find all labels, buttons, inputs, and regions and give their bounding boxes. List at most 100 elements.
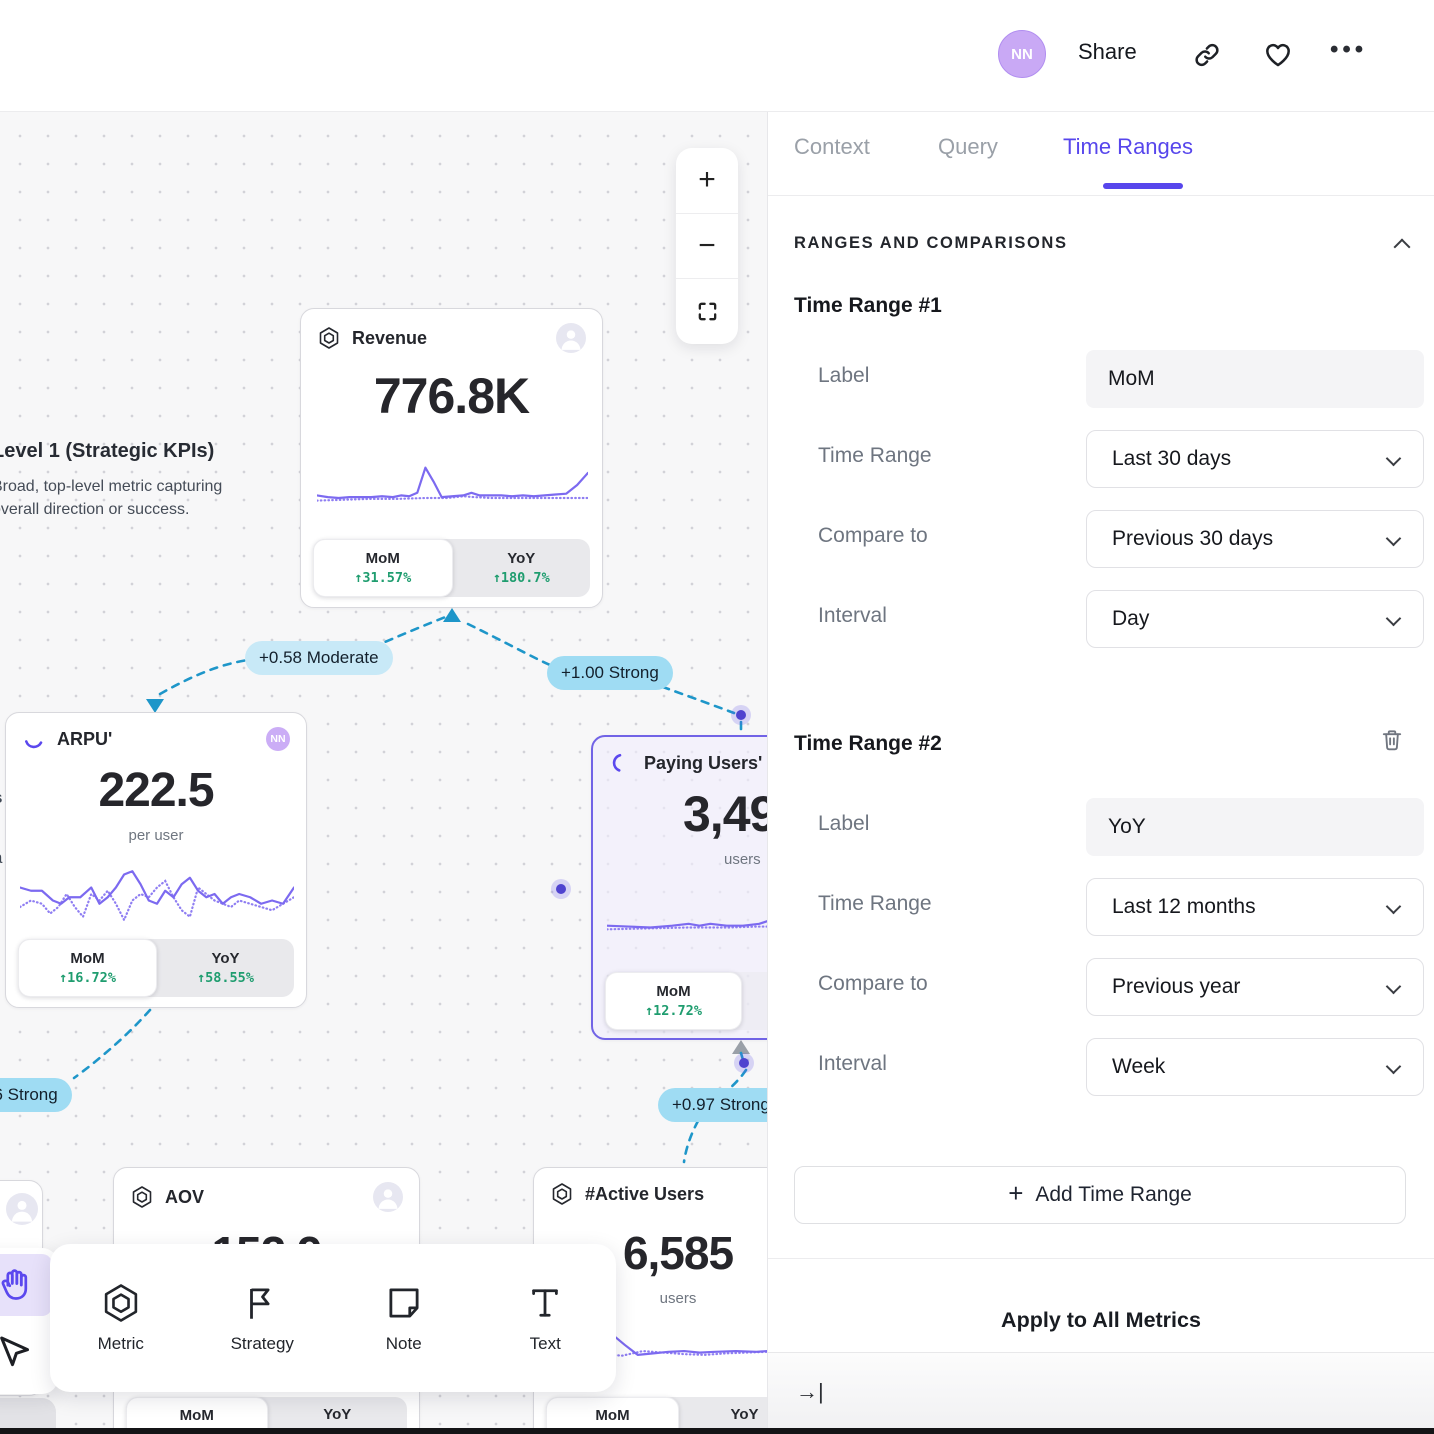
zoom-out-button[interactable]: − [676,213,738,279]
canvas-note-level1: Level 1 (Strategic KPIs) Broad, top-leve… [0,440,222,521]
card-header: AOV [114,1168,419,1212]
add-text-button[interactable]: Text [475,1244,617,1392]
metric-hexagon-icon [130,1185,154,1209]
collapse-panel-icon[interactable]: →| [796,1379,824,1405]
app-window: Level 1 (Strategic KPIs) Broad, top-leve… [0,0,1434,1434]
label-input[interactable]: YoY [1086,798,1424,856]
section-title: RANGES AND COMPARISONS [794,234,1396,253]
delete-time-range-button[interactable] [1378,726,1406,754]
time-range-select[interactable]: Last 30 days [1086,430,1424,488]
chevron-down-icon [1386,1059,1402,1075]
screen-bottom-bar [0,1428,1434,1434]
metric-value: 776.8K [301,367,602,425]
form-row-label: Label MoM [794,350,1408,408]
copy-link-button[interactable] [1192,40,1222,70]
form-row-label: Label YoY [794,798,1408,856]
chip-mom[interactable]: MoM ↑16.72% [18,939,157,997]
tab-query[interactable]: Query [938,134,998,160]
connection-handle-dot[interactable] [731,705,751,725]
delta-up: ↑12.72% [645,1003,702,1019]
interval-select[interactable]: Day [1086,590,1424,648]
chevron-down-icon [1386,611,1402,627]
chevron-down-icon [1386,899,1402,915]
chevron-down-icon [1386,451,1402,467]
chevron-up-icon[interactable] [1394,238,1411,255]
tab-context[interactable]: Context [794,134,870,160]
form-row-compare-to: Compare to Previous year [794,958,1408,1016]
chip-mom[interactable]: MoM ↑12.72% [605,972,742,1030]
compare-to-select[interactable]: Previous 30 days [1086,510,1424,568]
note-body: Broad, top-level metric capturing overal… [0,475,222,521]
time-range-select[interactable]: Last 12 months [1086,878,1424,936]
connection-handle-dot[interactable] [734,1053,754,1073]
hand-tool-button[interactable] [0,1254,52,1316]
favorite-button[interactable] [1262,38,1294,70]
clipped-text-fragment: s [0,788,2,808]
connection-handle-dot[interactable] [551,879,571,899]
note-icon [383,1282,425,1324]
fit-view-button[interactable] [676,278,738,344]
heart-icon [1262,38,1294,70]
timerange-chip-group: MoM ↑31.57% YoY ↑180.7% [313,539,590,597]
owner-avatar-icon [556,323,586,353]
form-row-time-range: Time Range Last 12 months [794,878,1408,936]
active-tab-indicator [1103,183,1183,189]
metric-hexagon-icon [317,326,341,350]
card-header: ARPU' NN [6,713,306,751]
metric-hexagon-icon [550,1182,574,1206]
metric-tree-canvas[interactable]: Level 1 (Strategic KPIs) Broad, top-leve… [0,112,767,1434]
metric-card-revenue[interactable]: Revenue 776.8K MoM ↑31.57% YoY ↑180.7% [300,308,603,608]
sparkline [20,855,294,933]
add-time-range-button[interactable]: + Add Time Range [794,1166,1406,1224]
add-strategy-button[interactable]: Strategy [192,1244,334,1392]
loading-spinner-icon [609,751,633,775]
link-icon [1192,40,1222,70]
chip-yoy[interactable]: YoY ↑58.55% [157,939,294,997]
compare-to-select[interactable]: Previous year [1086,958,1424,1016]
card-title: AOV [165,1187,362,1208]
time-range-1-title: Time Range #1 [794,294,942,318]
more-options-button[interactable]: ••• [1330,36,1367,64]
correlation-pill-strong[interactable]: +1.00 Strong [547,656,673,690]
trash-icon [1378,726,1406,754]
chevron-down-icon [1386,979,1402,995]
correlation-pill-moderate[interactable]: +0.58 Moderate [245,641,393,675]
form-row-compare-to: Compare to Previous 30 days [794,510,1408,568]
delta-up: ↑16.72% [59,970,116,986]
hand-icon [0,1267,33,1303]
form-row-interval: Interval Week [794,1038,1408,1096]
clipped-text-fragment: a [0,848,2,868]
label-input[interactable]: MoM [1086,350,1424,408]
collaborator-badge: NN [266,727,290,751]
fullscreen-icon [696,300,719,323]
delta-up: ↑58.55% [197,970,254,986]
select-tool-button[interactable] [0,1320,52,1386]
metric-card-arpu[interactable]: ARPU' NN 222.5 per user MoM ↑16.72% YoY … [5,712,307,1008]
tab-time-ranges[interactable]: Time Ranges [1063,134,1193,160]
apply-to-all-metrics-button[interactable]: Apply to All Metrics [768,1308,1434,1333]
correlation-pill-strong-clipped[interactable]: 66 Strong [0,1078,72,1112]
form-row-time-range: Time Range Last 30 days [794,430,1408,488]
correlation-pill-strong[interactable]: +0.97 Strong [658,1088,784,1122]
card-title: Revenue [352,328,545,349]
loading-spinner-icon [22,727,46,751]
add-metric-button[interactable]: Metric [50,1244,192,1392]
panel-tabs: Context Query Time Ranges [768,112,1434,196]
plus-icon: + [1008,1178,1023,1209]
sparkline [317,459,588,511]
owner-avatar-icon [373,1182,403,1212]
text-icon [524,1282,566,1324]
add-note-button[interactable]: Note [333,1244,475,1392]
interval-select[interactable]: Week [1086,1038,1424,1096]
share-button[interactable]: Share [1078,39,1137,65]
chip-mom[interactable]: MoM ↑31.57% [313,539,453,597]
user-avatar[interactable]: NN [998,30,1046,78]
app-header: NN Share ••• [0,0,1434,112]
panel-footer: →| [768,1352,1434,1434]
divider [768,1258,1434,1259]
metric-unit: per user [6,827,306,844]
zoom-in-button[interactable]: + [676,148,738,213]
chip-yoy[interactable]: YoY ↑180.7% [453,539,591,597]
chevron-down-icon [1386,531,1402,547]
metric-value: 222.5 [6,763,306,818]
